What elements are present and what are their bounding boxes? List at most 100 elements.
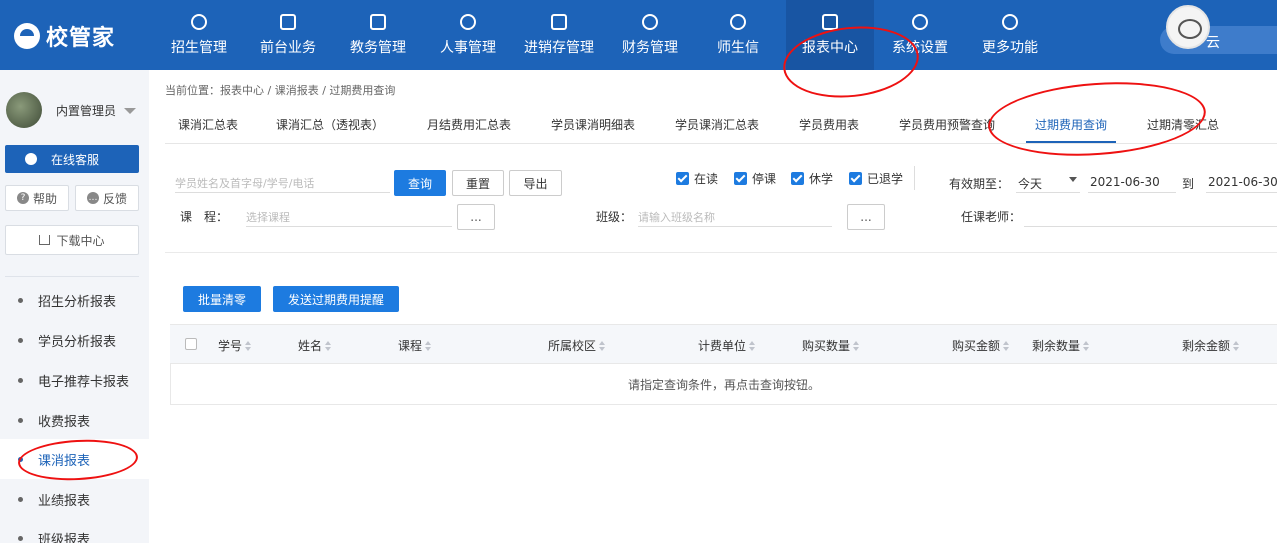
- date-to-input[interactable]: 2021-06-30: [1206, 171, 1277, 193]
- user-icon: [460, 14, 476, 30]
- nav-academic[interactable]: 教务管理: [340, 0, 416, 70]
- tab-expired-fee[interactable]: 过期费用查询: [1035, 116, 1107, 133]
- column-purchase-amount[interactable]: 购买金额: [952, 337, 1010, 354]
- feedback-icon: …: [86, 192, 99, 204]
- active-tab-indicator: [1026, 141, 1116, 143]
- export-button[interactable]: 导出: [509, 170, 562, 196]
- column-remaining-qty[interactable]: 剩余数量: [1032, 337, 1090, 354]
- divider: [914, 166, 915, 190]
- tab-student-summary[interactable]: 学员课消汇总表: [675, 116, 759, 133]
- column-purchase-qty[interactable]: 购买数量: [802, 337, 860, 354]
- to-label: 到: [1182, 177, 1195, 191]
- user-avatar[interactable]: [1166, 5, 1210, 49]
- nav-hr[interactable]: 人事管理: [430, 0, 506, 70]
- date-from-input[interactable]: 2021-06-30: [1088, 171, 1176, 193]
- column-student-id[interactable]: 学号: [218, 337, 252, 354]
- status-checkbox-suspended[interactable]: 休学: [791, 170, 833, 187]
- nav-inventory[interactable]: 进销存管理: [516, 0, 602, 70]
- online-service-button[interactable]: 在线客服: [5, 145, 139, 173]
- status-checkbox-withdrawn[interactable]: 已退学: [849, 170, 903, 187]
- column-course[interactable]: 课程: [398, 337, 432, 354]
- tab-student-fee[interactable]: 学员费用表: [799, 116, 859, 133]
- column-label: 所属校区: [548, 339, 597, 353]
- chevron-down-icon[interactable]: [124, 108, 136, 114]
- period-select[interactable]: 今天: [1016, 171, 1080, 193]
- nav-reports[interactable]: 报表中心: [786, 0, 874, 70]
- checkbox-checked-icon: [791, 172, 804, 185]
- nav-settings[interactable]: 系统设置: [882, 0, 958, 70]
- period-value: 今天: [1018, 177, 1043, 191]
- column-label: 购买数量: [802, 339, 851, 353]
- sidebar-item-fee[interactable]: 收费报表: [0, 400, 149, 440]
- column-billing-unit[interactable]: 计费单位: [698, 337, 756, 354]
- divider: [165, 252, 1277, 253]
- bullet-icon: [18, 377, 23, 383]
- send-reminder-button[interactable]: 发送过期费用提醒: [273, 286, 399, 312]
- tab-consumption-summary[interactable]: 课消汇总表: [178, 116, 238, 133]
- bullet-icon: [18, 535, 23, 541]
- column-label: 姓名: [298, 339, 323, 353]
- download-icon: [39, 235, 51, 245]
- search-input[interactable]: 学员姓名及首字母/学号/电话: [175, 171, 390, 193]
- status-checkbox-reading[interactable]: 在读: [676, 170, 718, 187]
- checkbox-checked-icon: [676, 172, 689, 185]
- nav-label: 更多功能: [982, 40, 1038, 56]
- batch-clear-button[interactable]: 批量清零: [183, 286, 261, 312]
- profile[interactable]: 内置管理员: [6, 92, 146, 128]
- feedback-button[interactable]: … 反馈: [75, 185, 139, 211]
- bullet-icon: [18, 496, 23, 502]
- divider: [5, 276, 139, 277]
- nav-label: 系统设置: [892, 40, 948, 56]
- headset-icon: [25, 153, 37, 165]
- tab-monthly-fee[interactable]: 月结费用汇总表: [427, 116, 511, 133]
- download-center-label: 下载中心: [56, 233, 105, 248]
- select-all-checkbox[interactable]: [185, 338, 197, 350]
- top-navbar: 校管家 招生管理 前台业务 教务管理 人事管理 进销存管理 财务管理 师生信 报…: [0, 0, 1277, 70]
- sidebar-item-label: 电子推荐卡报表: [38, 374, 130, 390]
- brand-logo[interactable]: 校管家: [14, 22, 116, 51]
- course-label: 课 程：: [180, 210, 229, 224]
- download-center-button[interactable]: 下载中心: [5, 225, 139, 255]
- nav-messaging[interactable]: 师生信: [706, 0, 770, 70]
- teacher-label: 任课老师：: [961, 210, 1022, 224]
- class-picker-button[interactable]: ...: [847, 204, 885, 230]
- column-name[interactable]: 姓名: [298, 337, 332, 354]
- nav-label: 进销存管理: [524, 40, 594, 56]
- sidebar-item-class[interactable]: 班级报表: [0, 518, 149, 543]
- sidebar-item-consumption[interactable]: 课消报表: [0, 439, 149, 479]
- sidebar-item-referral-card[interactable]: 电子推荐卡报表: [0, 360, 149, 400]
- course-select[interactable]: 选择课程: [246, 205, 452, 227]
- box-arrow-icon: [551, 14, 567, 30]
- tab-consumption-pivot[interactable]: 课消汇总（透视表）: [276, 116, 384, 133]
- query-button[interactable]: 查询: [394, 170, 446, 196]
- sidebar-item-student-analysis[interactable]: 学员分析报表: [0, 320, 149, 360]
- sidebar-item-enrollment-analysis[interactable]: 招生分析报表: [0, 280, 149, 320]
- course-picker-button[interactable]: ...: [457, 204, 495, 230]
- column-remaining-amount[interactable]: 剩余金额: [1182, 337, 1240, 354]
- tab-expired-clear[interactable]: 过期清零汇总: [1147, 116, 1219, 133]
- nav-more[interactable]: 更多功能: [972, 0, 1048, 70]
- tab-student-detail[interactable]: 学员课消明细表: [551, 116, 635, 133]
- class-input[interactable]: 请输入班级名称: [638, 205, 832, 227]
- user-name[interactable]: 云: [1206, 32, 1220, 52]
- column-campus[interactable]: 所属校区: [548, 337, 606, 354]
- teacher-select[interactable]: [1024, 205, 1277, 227]
- nav-enrollment[interactable]: 招生管理: [160, 0, 238, 70]
- reset-button[interactable]: 重置: [452, 170, 504, 196]
- nav-front-desk[interactable]: 前台业务: [250, 0, 326, 70]
- checkbox-checked-icon: [734, 172, 747, 185]
- breadcrumb: 当前位置：报表中心 / 课消报表 / 过期费用查询: [165, 84, 396, 97]
- more-icon: [1002, 14, 1018, 30]
- status-checkbox-paused[interactable]: 停课: [734, 170, 776, 187]
- nav-label: 前台业务: [260, 40, 316, 56]
- brand-name: 校管家: [46, 26, 116, 51]
- nav-label: 师生信: [717, 40, 759, 56]
- nav-label: 招生管理: [171, 40, 227, 56]
- nav-label: 报表中心: [802, 40, 858, 56]
- sidebar-item-performance[interactable]: 业绩报表: [0, 479, 149, 519]
- tab-fee-warning[interactable]: 学员费用预警查询: [899, 116, 995, 133]
- nav-finance[interactable]: 财务管理: [612, 0, 688, 70]
- help-button[interactable]: ? 帮助: [5, 185, 69, 211]
- chat-circle-icon: [730, 14, 746, 30]
- feedback-label: 反馈: [102, 191, 127, 206]
